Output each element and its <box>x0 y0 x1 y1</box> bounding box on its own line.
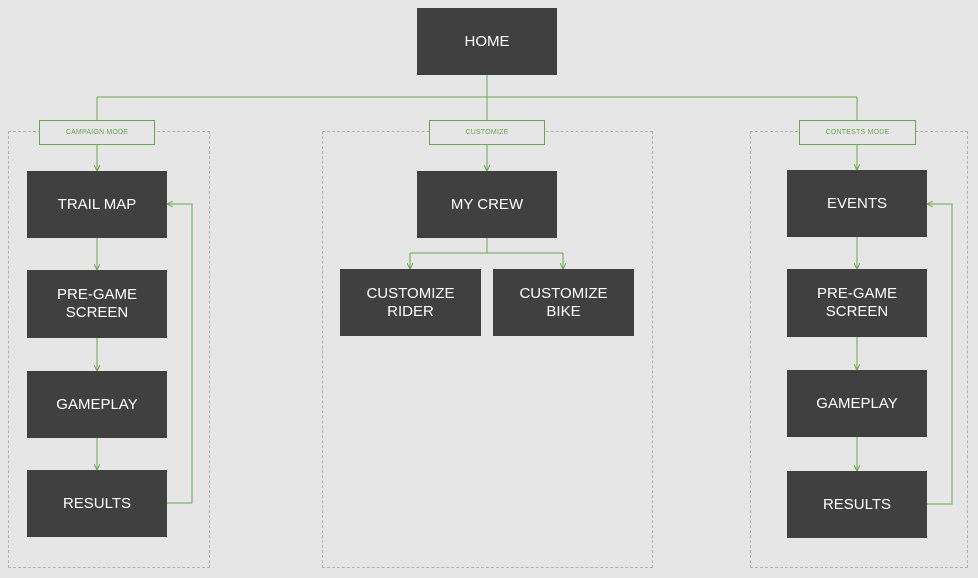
campaign-pre-game-screen-node[interactable]: PRE-GAME SCREEN <box>27 270 167 338</box>
my-crew-node[interactable]: MY CREW <box>417 171 557 238</box>
customize-rider-node[interactable]: CUSTOMIZE RIDER <box>340 269 481 336</box>
events-node[interactable]: EVENTS <box>787 170 927 237</box>
contests-pre-game-screen-node[interactable]: PRE-GAME SCREEN <box>787 269 927 337</box>
campaign-results-node[interactable]: RESULTS <box>27 470 167 537</box>
trail-map-node[interactable]: TRAIL MAP <box>27 171 167 238</box>
customize-bike-node[interactable]: CUSTOMIZE BIKE <box>493 269 634 336</box>
contests-gameplay-node[interactable]: GAMEPLAY <box>787 370 927 437</box>
campaign-gameplay-node[interactable]: GAMEPLAY <box>27 371 167 438</box>
campaign-mode-label: CAMPAIGN MODE <box>39 120 155 145</box>
customize-label: CUSTOMIZE <box>429 120 545 145</box>
contests-mode-label: CONTESTS MODE <box>799 120 916 145</box>
contests-results-node[interactable]: RESULTS <box>787 471 927 538</box>
home-node[interactable]: HOME <box>417 8 557 75</box>
